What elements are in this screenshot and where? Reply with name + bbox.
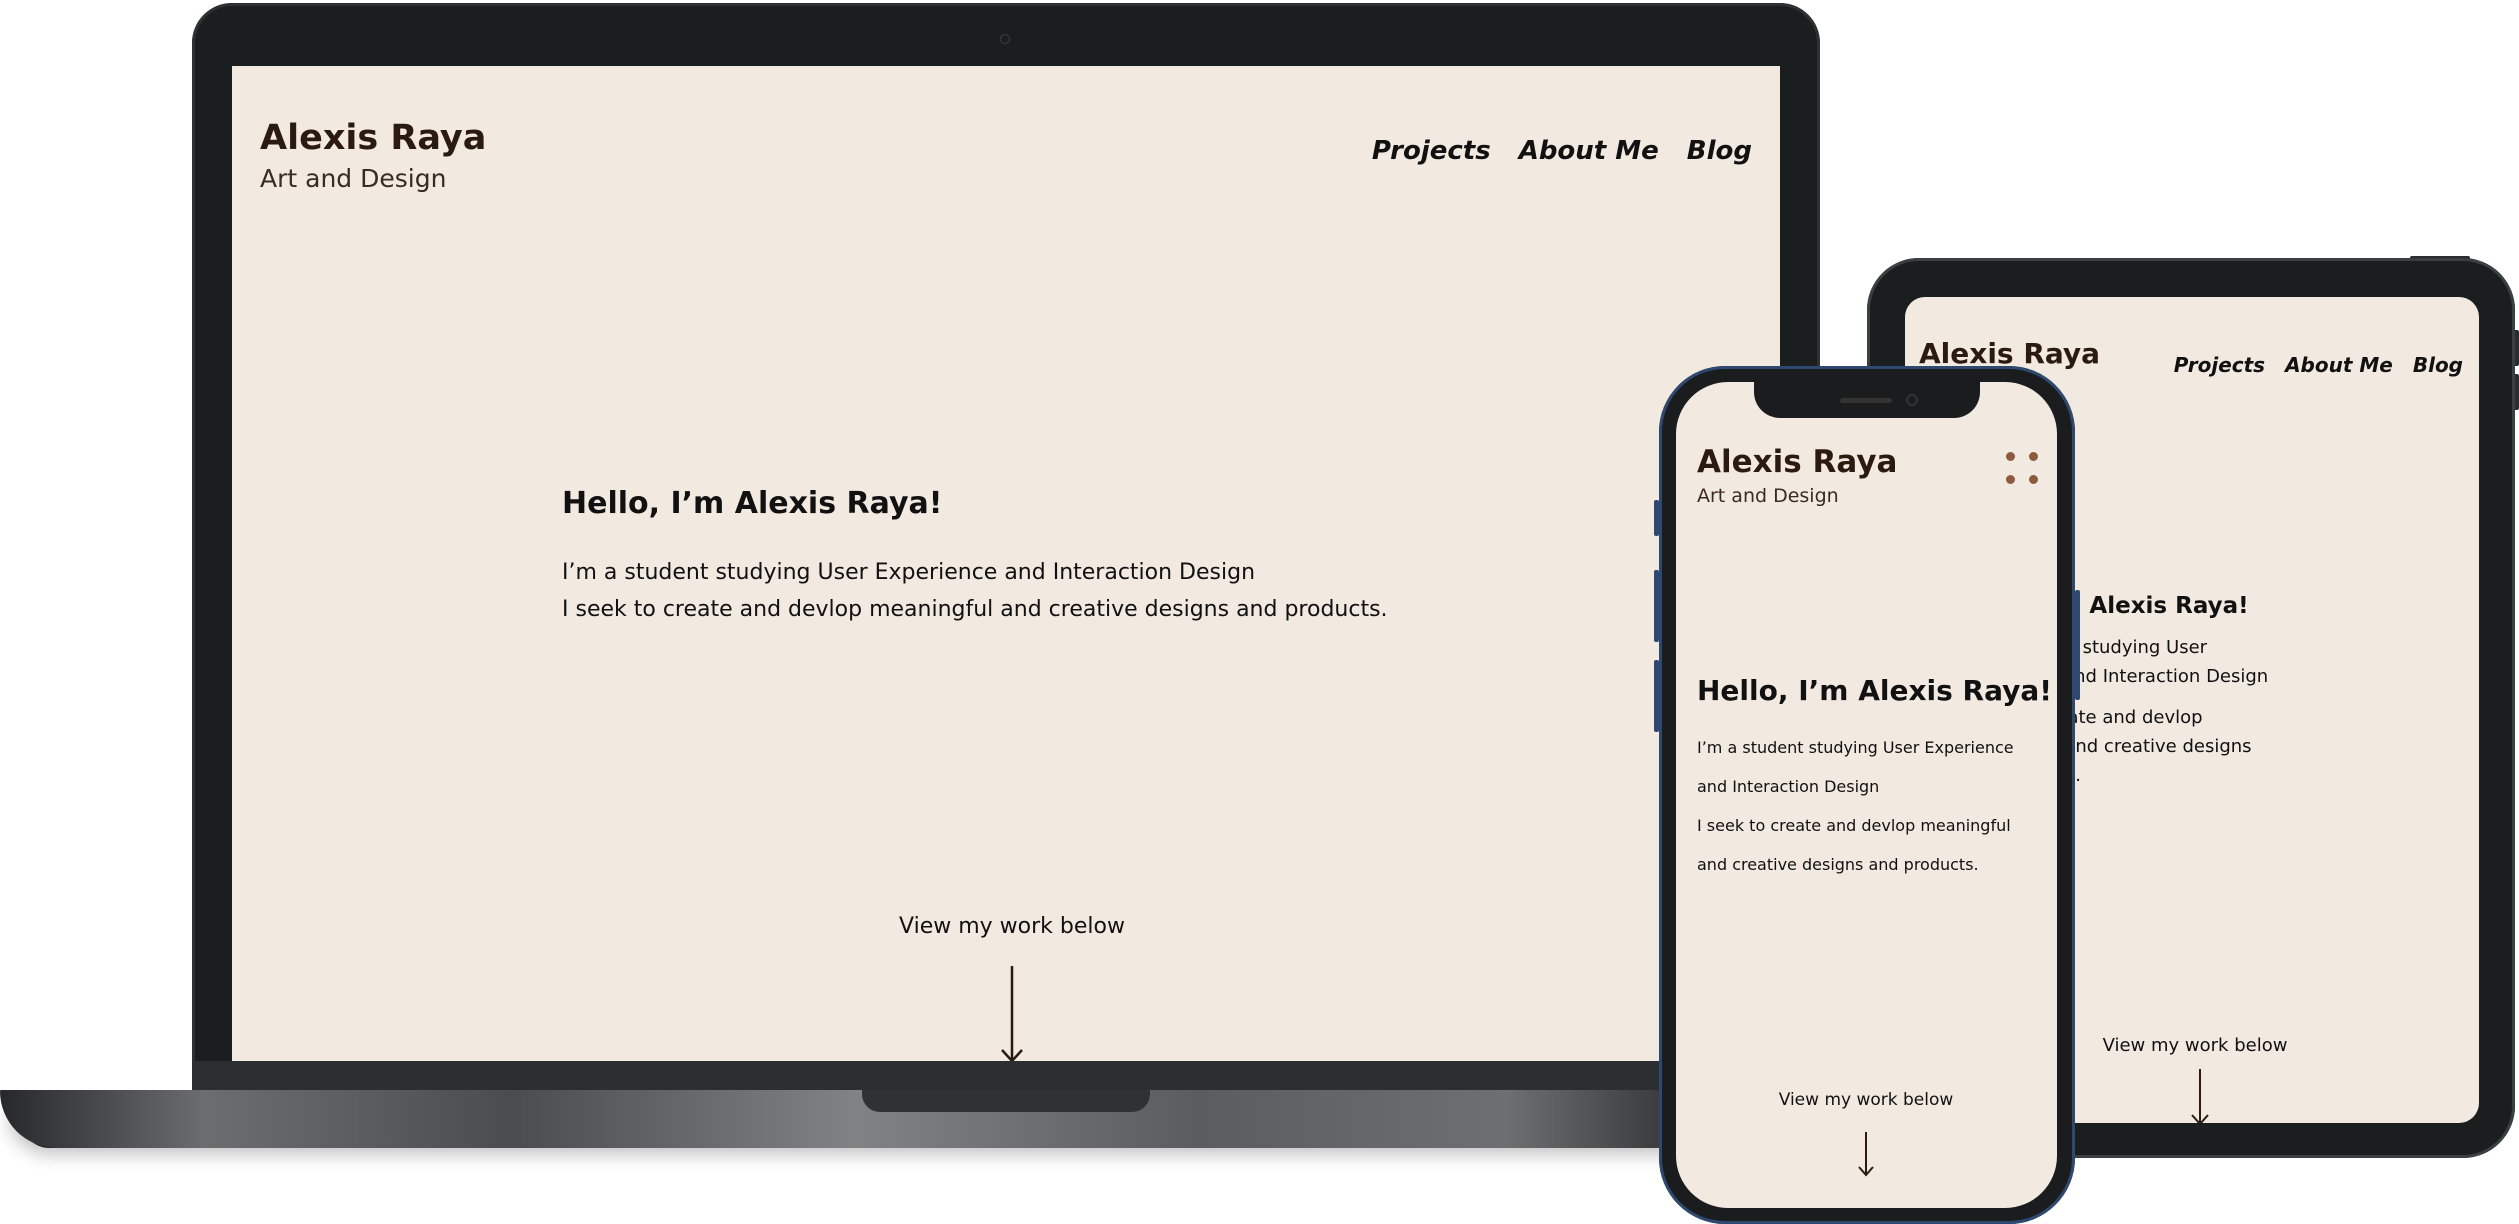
phone-hero-line-1: I’m a student studying User Experience a… [1697,738,2014,796]
four-dot-menu-icon[interactable] [2004,450,2040,486]
laptop-screen: Alexis Raya Art and Design Projects Abou… [232,66,1780,1061]
laptop-base [0,1090,1710,1148]
tablet-view-work-cta[interactable]: View my work below [2075,1035,2315,1056]
tablet-down-arrow-icon[interactable] [2189,1067,2211,1123]
phone-view-work-cta[interactable]: View my work below [1736,1090,1996,1110]
hero-heading: Hello, I’m Alexis Raya! [562,486,943,521]
nav-blog[interactable]: Blog [1687,136,1752,166]
down-arrow-icon[interactable] [999,964,1025,1061]
phone-site-subtitle: Art and Design [1697,485,1839,507]
nav-projects[interactable]: Projects [1372,136,1491,166]
hero-line-1: I’m a student studying User Experience a… [562,560,1256,585]
site-name[interactable]: Alexis Raya [260,118,486,158]
phone-site-name[interactable]: Alexis Raya [1697,444,1897,480]
phone-speaker [1840,398,1892,403]
nav-about-me[interactable]: About Me [1519,136,1659,166]
laptop-trackpad-notch [862,1090,1150,1112]
phone-screen: Alexis Raya Art and Design Hello, I’m Al… [1676,382,2057,1208]
phone-hero-line-2: I seek to create and devlop meaningful a… [1697,816,2011,874]
phone-camera-icon [1906,394,1918,406]
phone-down-arrow-icon[interactable] [1856,1130,1876,1178]
laptop-chin [192,1061,1820,1093]
tablet-nav-blog[interactable]: Blog [2413,353,2463,377]
phone-side-button [2075,590,2080,700]
main-nav: Projects About Me Blog [1372,136,1752,166]
site-subtitle: Art and Design [260,164,447,193]
view-work-cta[interactable]: View my work below [892,914,1132,939]
tablet-nav: Projects About Me Blog [2174,353,2463,377]
tablet-nav-projects[interactable]: Projects [2174,353,2265,377]
laptop-camera-icon [1000,34,1010,44]
hero-line-2: I seek to create and devlop meaningful a… [562,597,1388,622]
phone-hero-heading: Hello, I’m Alexis Raya! [1697,674,2053,707]
tablet-nav-about-me[interactable]: About Me [2285,353,2393,377]
